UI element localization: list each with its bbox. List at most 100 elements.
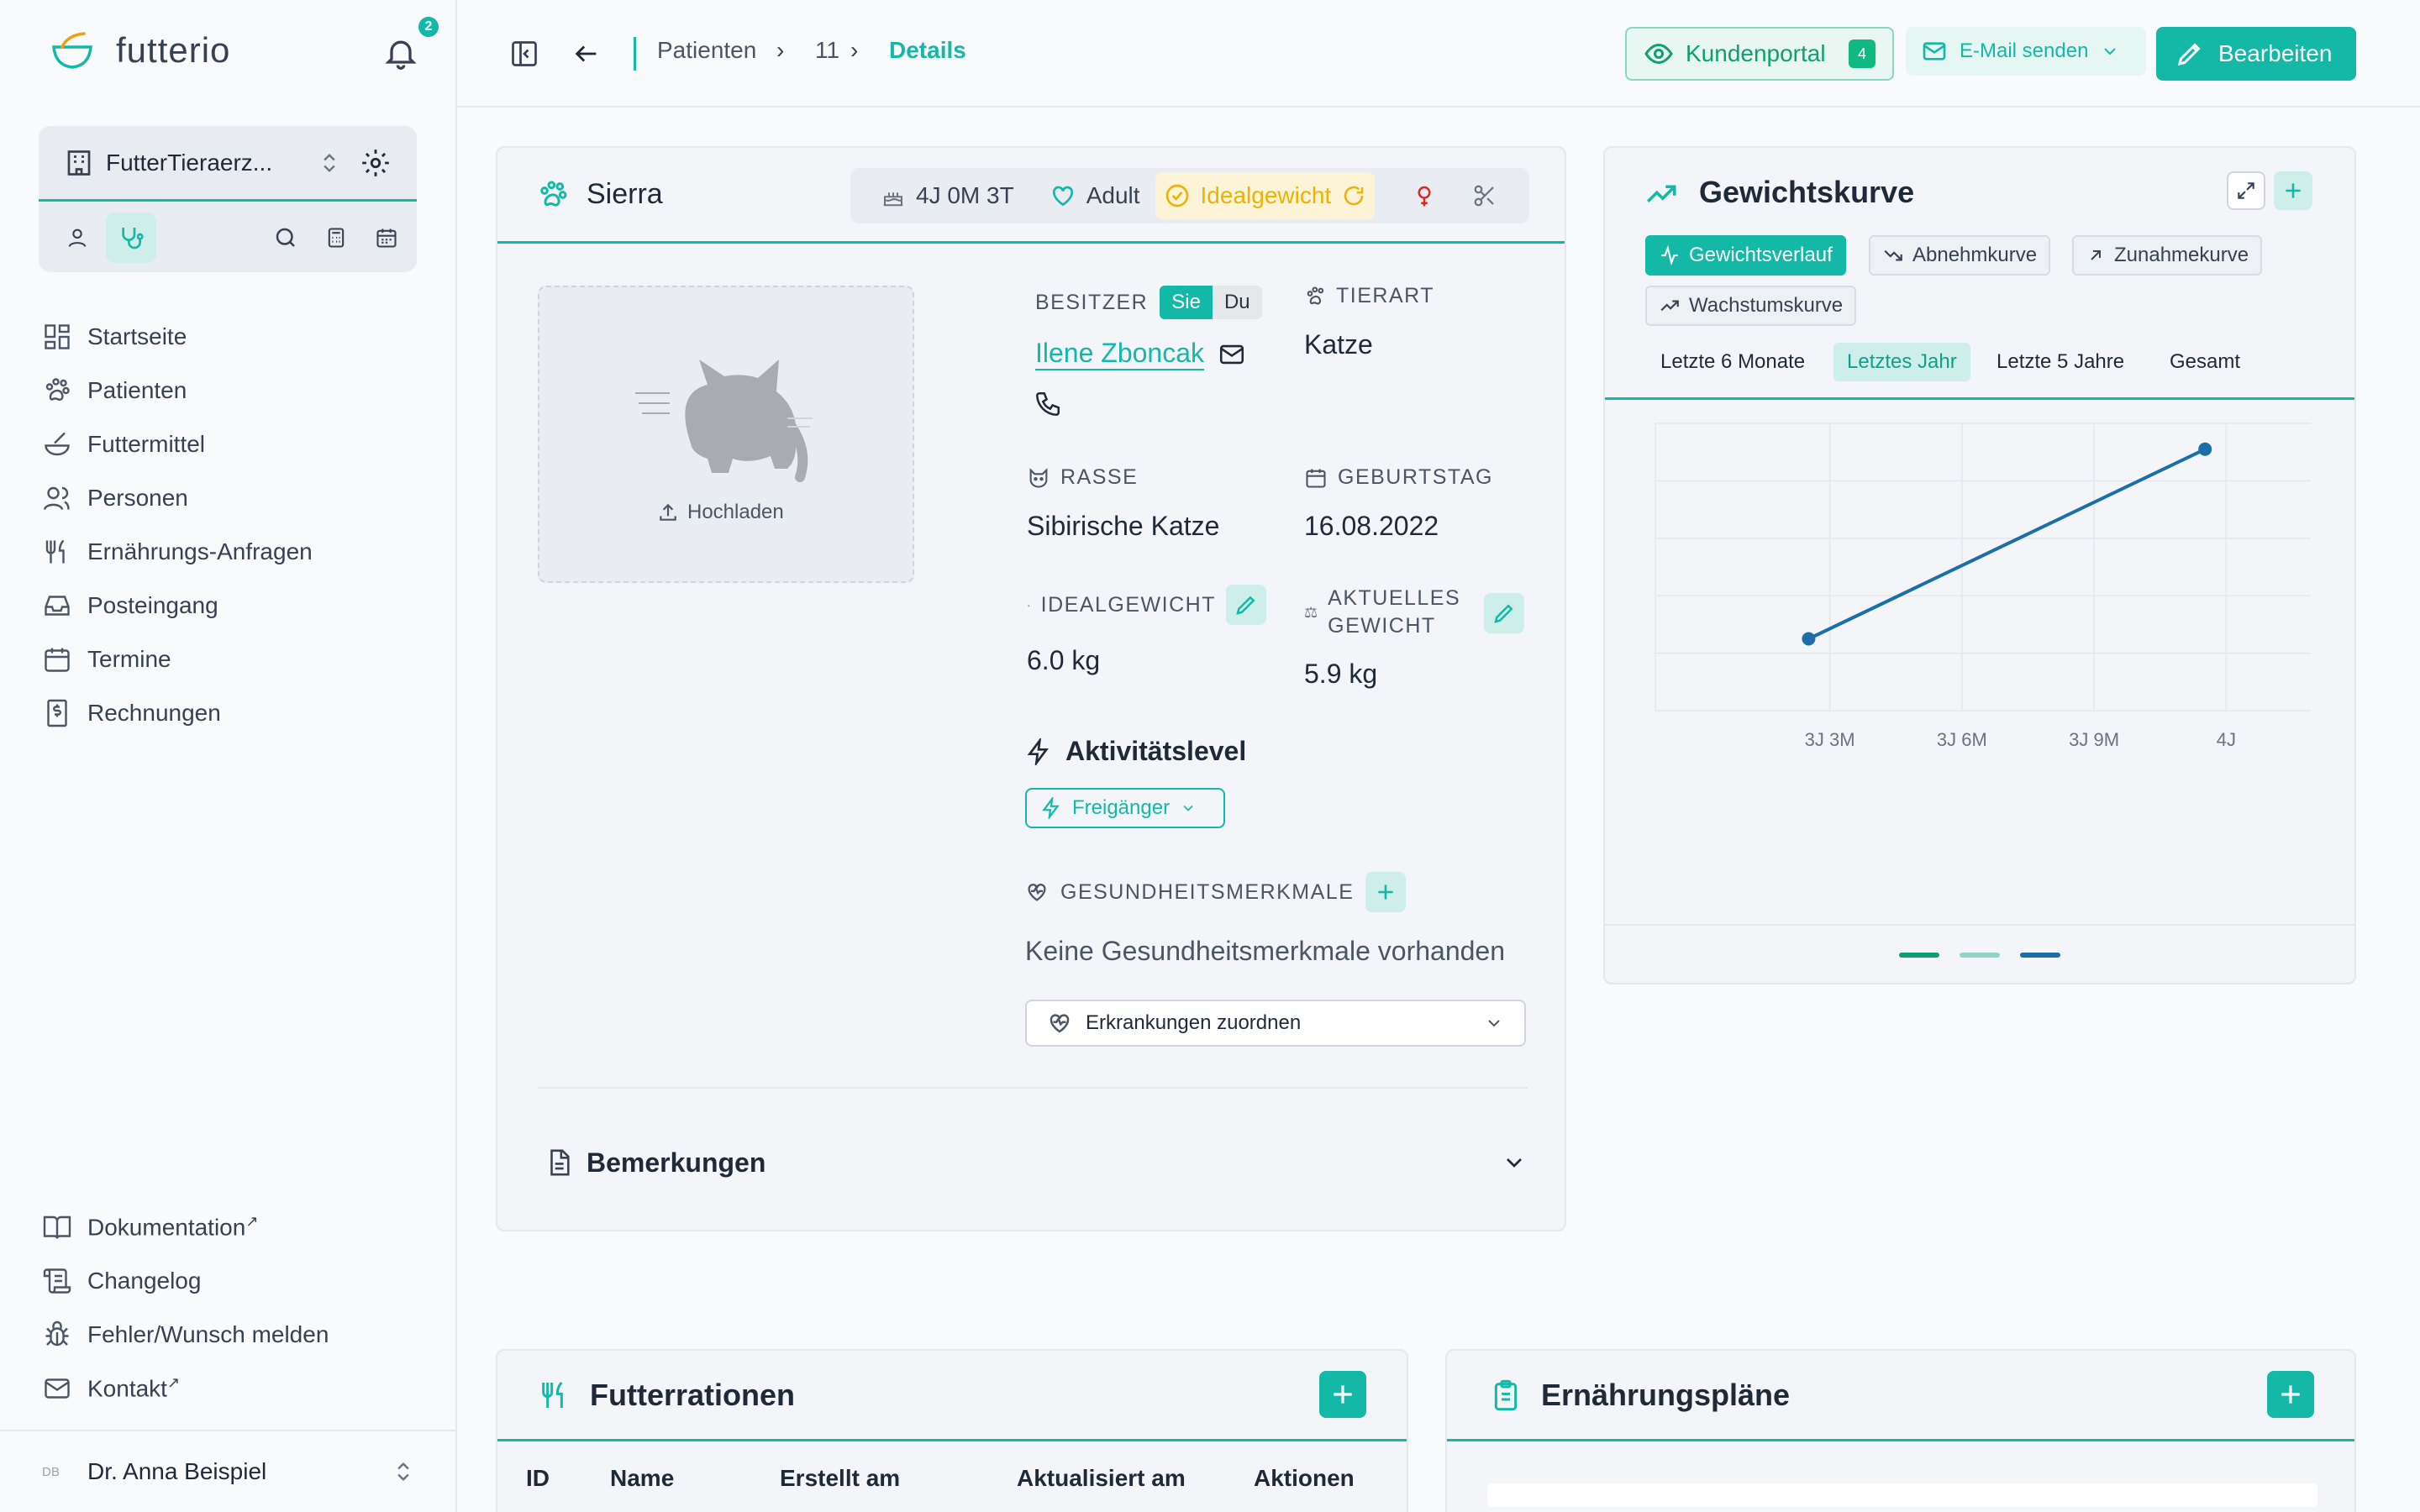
period-label: Letzte 5 Jahre xyxy=(1996,350,2125,373)
customer-portal-button[interactable]: Kundenportal 4 xyxy=(1625,27,1894,81)
nav-patienten[interactable]: Patienten xyxy=(42,370,429,412)
org-settings-button[interactable] xyxy=(341,147,392,179)
owner-header: BESITZER Sie Du xyxy=(1035,286,1262,319)
divider xyxy=(1605,924,2354,926)
nav-label: Ernährungs-Anfragen xyxy=(87,538,313,564)
building-icon xyxy=(67,150,91,176)
disease-select[interactable]: Erkrankungen zuordnen xyxy=(1025,1000,1526,1047)
period-total[interactable]: Gesamt xyxy=(2156,343,2254,381)
remarks-accordion[interactable]: Bemerkungen xyxy=(544,1137,1528,1188)
app-logo[interactable]: futterio xyxy=(50,30,230,71)
add-ration-button[interactable] xyxy=(1319,1371,1366,1418)
chevron-down-icon xyxy=(2104,48,2117,55)
nav-startseite[interactable]: Startseite xyxy=(42,316,429,358)
period-6-months[interactable]: Letzte 6 Monate xyxy=(1647,343,1818,381)
nav-termine[interactable]: Termine xyxy=(42,638,429,680)
tab-label: Zunahmekurve xyxy=(2114,244,2249,266)
bowl-logo-icon xyxy=(52,32,92,69)
vet-mode-tool[interactable] xyxy=(106,213,156,263)
nav-fehler-melden[interactable]: Fehler/Wunsch melden xyxy=(42,1314,429,1356)
carousel-dot-2[interactable] xyxy=(1960,953,2000,958)
add-health-trait-button[interactable] xyxy=(1365,872,1407,912)
breadcrumb-patients[interactable]: Patienten xyxy=(657,37,756,64)
period-last-year[interactable]: Letztes Jahr xyxy=(1833,343,1970,381)
weight-curve-card: Gewichtskurve Gewichtsverlauf Abnehmkurv… xyxy=(1603,146,2356,984)
breed-value: Sibirische Katze xyxy=(1027,511,1220,541)
nav-posteingang[interactable]: Posteingang xyxy=(42,585,429,627)
species-header: TIERART xyxy=(1304,284,1434,308)
phone-icon[interactable] xyxy=(1034,390,1062,418)
nav-ernaehrungs-anfragen[interactable]: Ernährungs-Anfragen xyxy=(42,531,429,573)
formal-option[interactable]: Sie xyxy=(1160,286,1213,319)
photo-upload[interactable]: Hochladen xyxy=(538,286,914,583)
activity-value: Freigänger xyxy=(1072,796,1171,819)
period-5-years[interactable]: Letzte 5 Jahre xyxy=(1983,343,2138,381)
calendar-tool[interactable] xyxy=(361,213,412,263)
nav-label: Personen xyxy=(87,485,188,511)
activity-header: Aktivitätslevel xyxy=(1025,736,1246,767)
add-weight-button[interactable] xyxy=(2274,171,2312,210)
heart-pulse-icon xyxy=(1050,1014,1070,1033)
send-email-button[interactable]: E-Mail senden xyxy=(1906,27,2146,76)
add-plan-button[interactable] xyxy=(2267,1371,2314,1418)
trending-down-icon xyxy=(1884,249,1902,261)
formality-toggle[interactable]: Sie Du xyxy=(1160,286,1262,319)
tab-label: Gewichtsverlauf xyxy=(1689,244,1833,266)
mail-label: E-Mail senden xyxy=(1960,39,2089,62)
edit-current-weight-button[interactable] xyxy=(1484,593,1524,633)
people-icon xyxy=(43,486,70,511)
activity-select[interactable]: Freigänger xyxy=(1025,788,1225,828)
nav-dokumentation[interactable]: Dokumentation↗ xyxy=(42,1206,429,1248)
org-select[interactable]: FutterTieraerz... xyxy=(39,126,417,202)
nav-personen[interactable]: Personen xyxy=(42,477,429,519)
nav-changelog[interactable]: Changelog xyxy=(42,1260,429,1302)
patient-card: Sierra 4J 0M 3T Adult Idealgewicht Hochl… xyxy=(496,146,1566,1231)
search-tool[interactable] xyxy=(260,213,311,263)
column-header-name[interactable]: Name xyxy=(610,1465,674,1492)
owner-row: Ilene Zboncak xyxy=(1035,338,1246,370)
calendar-icon xyxy=(376,228,397,248)
collapse-sidebar-icon[interactable] xyxy=(508,37,541,71)
tab-abnehmkurve[interactable]: Abnehmkurve xyxy=(1869,235,2051,276)
upload-button[interactable]: Hochladen xyxy=(657,501,784,524)
ideal-weight-label: IDEALGEWICHT xyxy=(1040,592,1216,617)
user-menu[interactable]: DB Dr. Anna Beispiel xyxy=(0,1430,457,1512)
external-link-icon: ↗ xyxy=(166,1374,181,1392)
period-label: Gesamt xyxy=(2170,350,2241,373)
bug-icon xyxy=(45,1320,69,1347)
column-header-created[interactable]: Erstellt am xyxy=(780,1465,900,1492)
nav-rechnungen[interactable]: Rechnungen xyxy=(42,692,429,734)
calculator-tool[interactable] xyxy=(311,213,361,263)
nav-kontakt[interactable]: Kontakt↗ xyxy=(42,1368,429,1410)
column-header-updated[interactable]: Aktualisiert am xyxy=(1017,1465,1186,1492)
carousel-dot-1[interactable] xyxy=(1899,953,1939,958)
tab-gewichtsverlauf[interactable]: Gewichtsverlauf xyxy=(1645,235,1846,276)
org-name: FutterTieraerz... xyxy=(106,149,273,176)
calculator-icon xyxy=(328,228,345,248)
carousel-dot-3[interactable] xyxy=(2020,953,2060,958)
x-tick-label: 3J 6M xyxy=(1937,729,1987,750)
edit-button[interactable]: Bearbeiten xyxy=(2156,27,2356,81)
life-stage-value: Adult xyxy=(1086,182,1140,208)
tab-wachstumskurve[interactable]: Wachstumskurve xyxy=(1645,286,1857,326)
informal-option[interactable]: Du xyxy=(1213,286,1262,319)
tab-label: Abnehmkurve xyxy=(1912,244,2038,266)
nav-label: Kontakt xyxy=(87,1375,167,1402)
nav-label: Changelog xyxy=(87,1268,202,1294)
patient-tags: 4J 0M 3T Adult Idealgewicht xyxy=(850,168,1529,223)
owner-mode-tool[interactable] xyxy=(52,213,103,263)
lightning-icon xyxy=(1027,738,1049,765)
birthday-header: GEBURTSTAG xyxy=(1304,465,1493,490)
nav-futtermittel[interactable]: Futtermittel xyxy=(42,423,429,465)
notifications-bell-icon[interactable] xyxy=(380,32,422,74)
breed-header: RASSE xyxy=(1027,465,1138,490)
tab-zunahmekurve[interactable]: Zunahmekurve xyxy=(2072,235,2263,276)
back-arrow-icon[interactable] xyxy=(570,37,603,71)
edit-ideal-weight-button[interactable] xyxy=(1225,585,1266,625)
inbox-icon xyxy=(45,596,70,616)
scroll-icon xyxy=(43,1268,71,1294)
expand-icon[interactable] xyxy=(2227,171,2265,210)
owner-name-link[interactable]: Ilene Zboncak xyxy=(1035,338,1205,370)
breadcrumb-id[interactable]: 11 xyxy=(815,37,839,64)
column-header-id[interactable]: ID xyxy=(526,1465,550,1492)
